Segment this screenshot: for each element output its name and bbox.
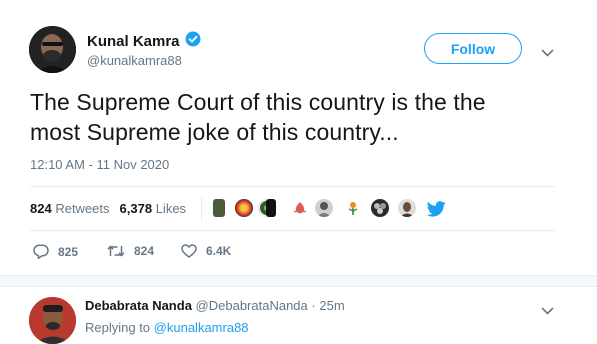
- reply-action[interactable]: 825: [33, 244, 78, 259]
- liker-avatar-1[interactable]: [213, 199, 225, 217]
- reply-author-avatar[interactable]: [29, 297, 76, 344]
- retweet-count: 824: [134, 244, 155, 258]
- reply-section-divider: [0, 275, 597, 287]
- like-action[interactable]: 6.4K: [181, 244, 231, 258]
- liker-avatar-6[interactable]: [315, 199, 333, 217]
- likes-stat[interactable]: 6,378 Likes: [120, 201, 187, 216]
- likes-label: Likes: [155, 201, 187, 216]
- reply-author-name[interactable]: Debabrata Nanda: [85, 298, 192, 313]
- tweet-text-line-2: most Supreme joke of this country...: [30, 119, 399, 145]
- liker-avatar-7[interactable]: [344, 199, 362, 217]
- chevron-down-icon[interactable]: [541, 45, 554, 63]
- tweet-timestamp[interactable]: 12:10 AM - 11 Nov 2020: [30, 157, 169, 172]
- tweet-text-line-1: The Supreme Court of this country is the…: [30, 89, 486, 115]
- liker-avatar-9[interactable]: [398, 199, 416, 217]
- liker-avatar-5[interactable]: [291, 199, 309, 217]
- author-handle[interactable]: @kunalkamra88: [87, 53, 182, 68]
- likes-count: 6,378: [119, 201, 153, 216]
- reply-author-handle[interactable]: @DebabrataNanda: [196, 298, 308, 313]
- reply-age[interactable]: 25m: [319, 298, 344, 313]
- author-name[interactable]: Kunal Kamra: [87, 33, 180, 50]
- retweets-stat[interactable]: 824 Retweets: [30, 201, 110, 216]
- tweet-text: The Supreme Court of this country is the…: [30, 87, 486, 147]
- divider-top: [30, 186, 555, 187]
- reply-chevron-down-icon[interactable]: [541, 303, 554, 321]
- stats-separator: [201, 196, 202, 222]
- verified-badge-icon: [185, 31, 201, 52]
- follow-button[interactable]: Follow: [424, 33, 522, 64]
- author-avatar[interactable]: [29, 26, 76, 73]
- reply-count: 825: [58, 244, 79, 259]
- like-icon: [181, 244, 197, 258]
- divider-stats: [30, 230, 555, 231]
- reply-separator: ·: [311, 298, 316, 313]
- liker-avatar-2[interactable]: [235, 199, 253, 217]
- retweet-action[interactable]: 824: [107, 244, 154, 258]
- replying-to-handle[interactable]: @kunalkamra88: [154, 320, 249, 335]
- retweet-icon: [107, 244, 125, 258]
- replying-to-label: Replying to: [85, 320, 151, 335]
- reply-icon: [33, 244, 49, 259]
- like-count: 6.4K: [206, 244, 232, 258]
- liker-avatar-8[interactable]: [371, 199, 389, 217]
- twitter-bird-icon[interactable]: [426, 201, 446, 222]
- retweets-count: 824: [30, 201, 52, 216]
- liker-avatar-4[interactable]: [266, 199, 276, 217]
- retweets-label: Retweets: [55, 201, 110, 216]
